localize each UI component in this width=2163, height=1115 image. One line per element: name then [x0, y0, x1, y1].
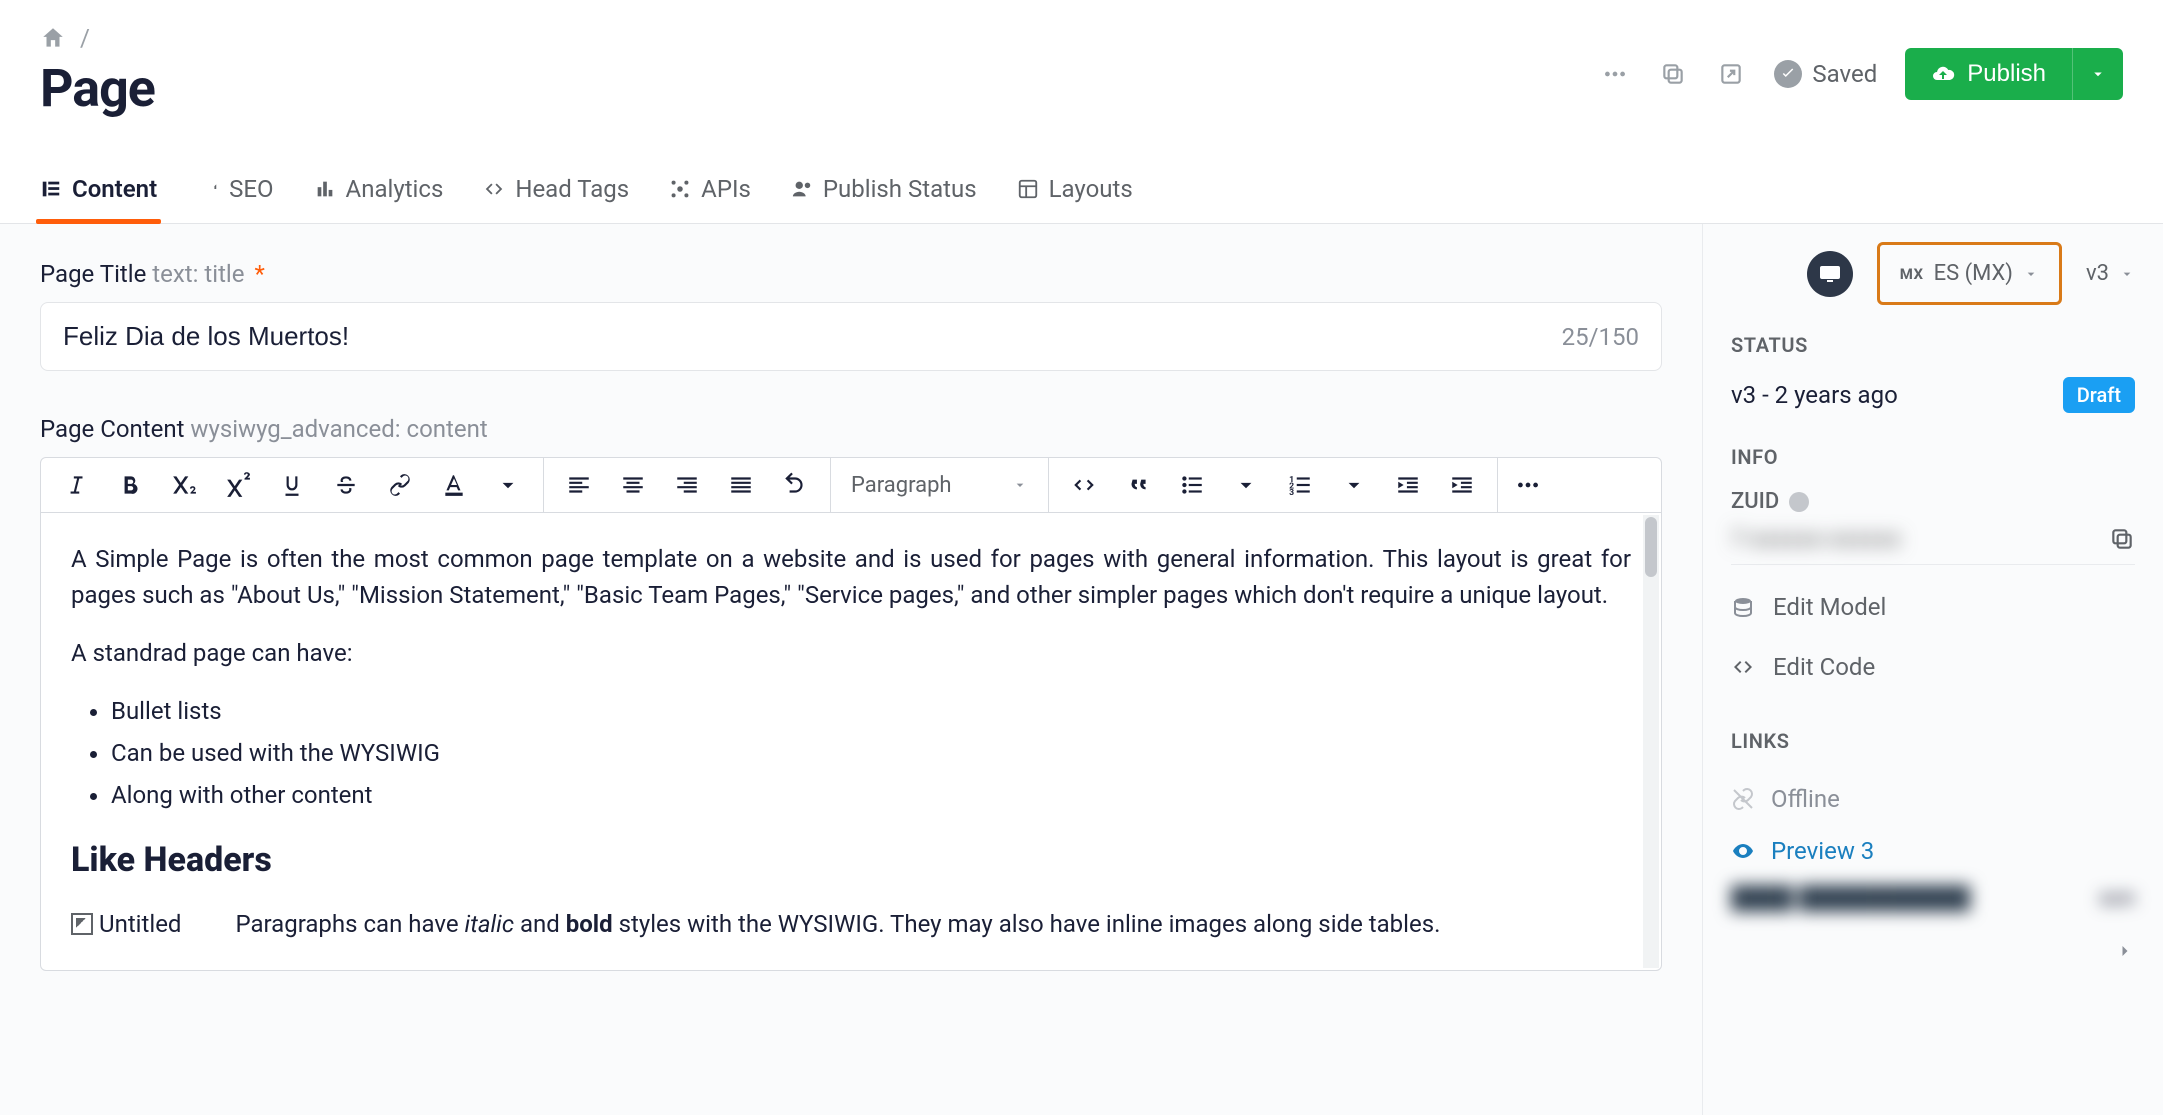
tab-head-tags[interactable]: Head Tags — [483, 159, 629, 223]
code-block-button[interactable] — [1057, 458, 1111, 512]
device-preview-button[interactable] — [1807, 251, 1853, 297]
edit-model-link[interactable]: Edit Model — [1731, 577, 2135, 637]
editor-content[interactable]: A Simple Page is often the most common p… — [41, 513, 1661, 970]
broken-image-icon: Untitled — [71, 906, 181, 942]
tab-analytics[interactable]: Analytics — [314, 159, 444, 223]
tab-content[interactable]: Content — [40, 159, 157, 223]
list-item: Bullet lists — [111, 693, 1631, 729]
link-button[interactable] — [373, 458, 427, 512]
align-right-button[interactable] — [660, 458, 714, 512]
outdent-button[interactable] — [1381, 458, 1435, 512]
bullet-list-caret[interactable] — [1219, 458, 1273, 512]
page-title-input-wrap: 25/150 — [40, 302, 1662, 371]
char-count: 25/150 — [1562, 323, 1639, 351]
blockquote-button[interactable] — [1111, 458, 1165, 512]
undo-button[interactable] — [768, 458, 822, 512]
edit-code-link[interactable]: Edit Code — [1731, 637, 2135, 697]
zuid-value: 7-xxxxxx-xxxxxx — [1731, 527, 1902, 552]
chevron-down-icon — [2023, 266, 2039, 282]
apis-icon — [669, 178, 691, 200]
numbered-list-button[interactable]: 123 — [1273, 458, 1327, 512]
copy-icon[interactable] — [1658, 59, 1688, 89]
unlink-icon — [1731, 787, 1755, 811]
subscript-button[interactable] — [157, 458, 211, 512]
open-external-icon[interactable] — [1716, 59, 1746, 89]
home-icon[interactable] — [40, 25, 66, 51]
copy-zuid-button[interactable] — [2109, 526, 2135, 552]
editor-paragraph: A Simple Page is often the most common p… — [71, 541, 1631, 613]
status-text: v3 - 2 years ago — [1731, 381, 1898, 409]
numbered-list-caret[interactable] — [1327, 458, 1381, 512]
users-icon — [791, 178, 813, 200]
links-section-label: LINKS — [1731, 729, 2135, 753]
saved-status: Saved — [1774, 60, 1877, 88]
publish-dropdown-button[interactable] — [2072, 48, 2123, 100]
check-circle-icon — [1774, 60, 1802, 88]
layout-icon — [1017, 178, 1039, 200]
code-icon — [1731, 655, 1755, 679]
more-icon[interactable] — [1600, 59, 1630, 89]
tab-apis[interactable]: APIs — [669, 159, 751, 223]
superscript-button[interactable] — [211, 458, 265, 512]
chevron-down-icon — [2089, 65, 2107, 83]
underline-button[interactable] — [265, 458, 319, 512]
format-select[interactable]: Paragraph — [831, 458, 1049, 512]
offline-link: Offline — [1731, 773, 2135, 825]
chevron-right-icon[interactable] — [2115, 941, 2135, 961]
editor-bullet-list: Bullet lists Can be used with the WYSIWI… — [111, 693, 1631, 813]
bar-chart-icon — [314, 178, 336, 200]
locale-selector[interactable]: MX ES (MX) — [1877, 242, 2062, 305]
help-icon[interactable] — [1789, 492, 1809, 512]
draft-badge: Draft — [2063, 377, 2135, 413]
page-title-field-label: Page Title text: title * — [40, 260, 1662, 288]
status-section-label: STATUS — [1731, 333, 2135, 357]
bullet-list-button[interactable] — [1165, 458, 1219, 512]
list-item: Can be used with the WYSIWIG — [111, 735, 1631, 771]
indent-button[interactable] — [1435, 458, 1489, 512]
tab-seo[interactable]: SEO — [197, 159, 273, 223]
version-selector[interactable]: v3 — [2086, 261, 2135, 286]
editor-scrollbar[interactable] — [1643, 515, 1659, 968]
editor-heading: Like Headers — [71, 835, 1631, 886]
info-section-label: INFO — [1731, 445, 2135, 469]
editor-paragraph: A standrad page can have: — [71, 635, 1631, 671]
blurred-link-row: ████ ███████████ son — [1731, 885, 2135, 911]
editor-paragraph: Paragraphs can have italic and bold styl… — [235, 906, 1631, 942]
eye-icon — [1731, 839, 1755, 863]
text-color-button[interactable] — [427, 458, 481, 512]
svg-text:3: 3 — [1289, 488, 1294, 498]
wysiwyg-editor: Paragraph 123 — [40, 457, 1662, 971]
tab-layouts[interactable]: Layouts — [1017, 159, 1133, 223]
page-title: Page — [40, 58, 155, 119]
publish-button[interactable]: Publish — [1905, 48, 2072, 100]
breadcrumb-separator: / — [80, 24, 90, 52]
bold-button[interactable] — [103, 458, 157, 512]
page-content-field-label: Page Content wysiwyg_advanced: content — [40, 415, 1662, 443]
page-title-input[interactable] — [63, 321, 1562, 352]
database-icon — [1731, 595, 1755, 619]
chevron-down-icon — [2119, 266, 2135, 282]
text-color-caret[interactable] — [481, 458, 535, 512]
code-icon — [483, 178, 505, 200]
desktop-icon — [1817, 264, 1843, 284]
align-justify-button[interactable] — [714, 458, 768, 512]
strikethrough-button[interactable] — [319, 458, 373, 512]
trending-icon — [197, 178, 219, 200]
breadcrumb: / — [40, 24, 155, 52]
preview-link[interactable]: Preview 3 — [1731, 825, 2135, 877]
align-left-button[interactable] — [552, 458, 606, 512]
chevron-down-icon — [1012, 477, 1028, 493]
align-center-button[interactable] — [606, 458, 660, 512]
tabs: Content SEO Analytics Head Tags APIs Pub… — [0, 159, 2163, 224]
tab-publish-status[interactable]: Publish Status — [791, 159, 977, 223]
italic-button[interactable] — [49, 458, 103, 512]
cloud-upload-icon — [1931, 62, 1955, 86]
toolbar-overflow-button[interactable] — [1498, 458, 1558, 512]
content-icon — [40, 178, 62, 200]
wysiwyg-toolbar: Paragraph 123 — [41, 458, 1661, 513]
list-item: Along with other content — [111, 777, 1631, 813]
zuid-label: ZUID — [1731, 489, 2135, 514]
